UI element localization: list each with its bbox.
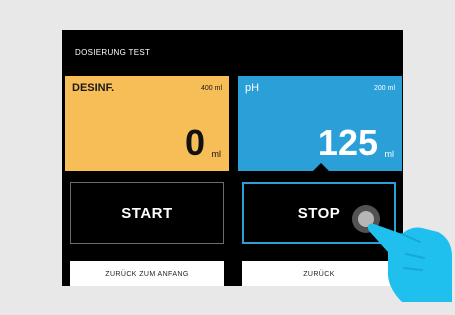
start-button[interactable]: START: [70, 182, 224, 244]
pointing-hand-icon: [367, 223, 452, 302]
dosing-test-screen: DOSIERUNG TEST DESINF. 400 ml 0 ml pH 20…: [62, 30, 403, 286]
desinf-panel: DESINF. 400 ml 0 ml: [65, 76, 229, 171]
ph-panel: pH 200 ml 125 ml: [238, 76, 402, 171]
ph-label: pH: [245, 82, 260, 94]
desinf-value: 0: [184, 122, 205, 163]
screen-title: DOSIERUNG TEST: [75, 48, 151, 57]
ph-value: 125: [317, 122, 378, 163]
back-to-start-button[interactable]: ZURÜCK ZUM ANFANG: [70, 261, 224, 286]
ph-unit: ml: [384, 149, 395, 159]
desinf-unit: ml: [211, 149, 222, 159]
desinf-max: 400 ml: [200, 85, 222, 92]
ph-max: 200 ml: [373, 85, 395, 92]
desinf-label: DESINF.: [72, 82, 115, 94]
active-panel-pointer: [312, 163, 330, 172]
